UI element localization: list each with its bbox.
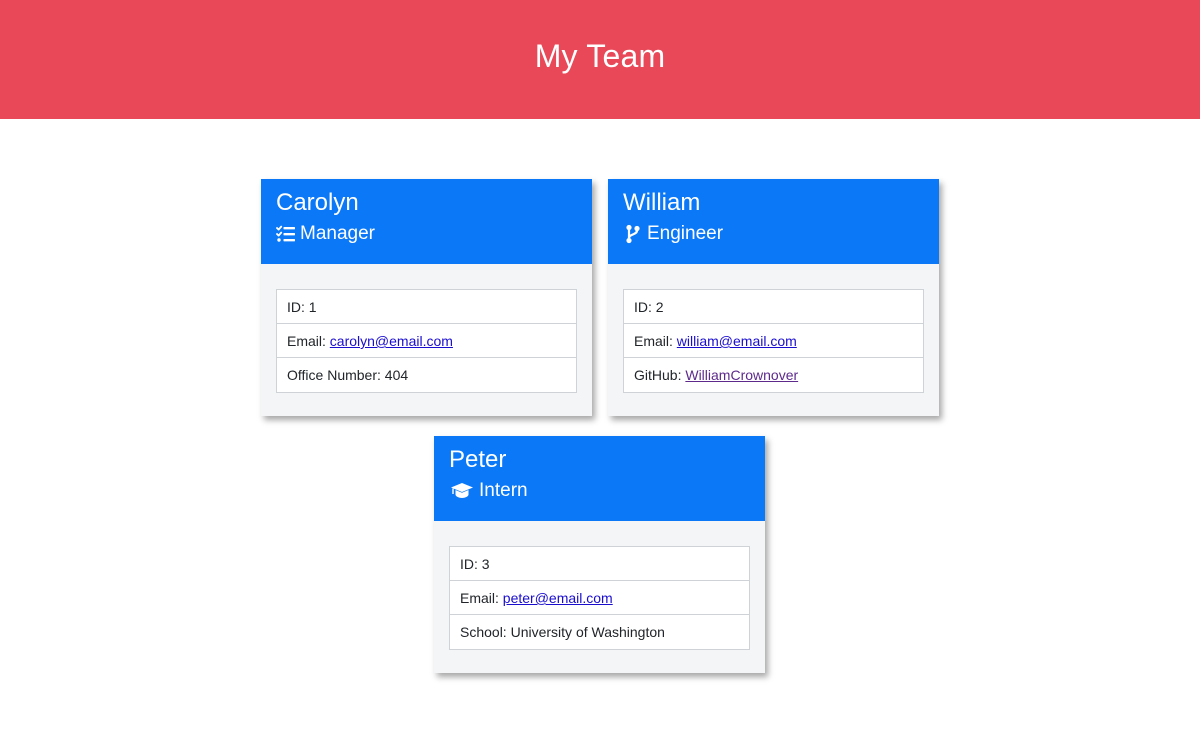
card-header: Carolyn Manager [261, 179, 592, 264]
info-office-number: Office Number: 404 [277, 358, 576, 392]
info-email: Email: carolyn@email.com [277, 324, 576, 358]
employee-role: Engineer [623, 223, 924, 245]
employee-name: Carolyn [276, 189, 359, 216]
info-list: ID: 3 Email: peter@email.com School: Uni… [449, 546, 750, 650]
info-label: Email: [460, 590, 503, 606]
code-branch-icon [623, 224, 643, 244]
info-value: 3 [481, 556, 490, 572]
graduation-cap-icon [449, 481, 475, 501]
info-value: 2 [655, 299, 664, 315]
tasks-icon [276, 224, 296, 244]
info-label: Email: [634, 333, 677, 349]
info-id: ID: 1 [277, 290, 576, 324]
email-link[interactable]: carolyn@email.com [330, 333, 453, 349]
card-header: William Engineer [608, 179, 939, 264]
info-label: GitHub: [634, 367, 686, 383]
info-email: Email: peter@email.com [450, 581, 749, 615]
info-id: ID: 2 [624, 290, 923, 324]
card-body: ID: 2 Email: william@email.com GitHub: W… [608, 264, 939, 393]
page-header: My Team [0, 0, 1200, 119]
card-body: ID: 1 Email: carolyn@email.com Office Nu… [261, 264, 592, 393]
info-email: Email: william@email.com [624, 324, 923, 358]
info-value: 404 [384, 367, 409, 383]
info-id: ID: 3 [450, 547, 749, 581]
info-label: Email: [287, 333, 330, 349]
employee-card-engineer: William Engineer ID: 2 Email: william@em… [608, 179, 939, 416]
card-header: Peter Intern [434, 436, 765, 521]
info-label: ID: [634, 299, 656, 315]
email-link[interactable]: william@email.com [677, 333, 797, 349]
info-label: Office Number: [287, 367, 385, 383]
info-label: ID: [287, 299, 309, 315]
employee-role: Manager [276, 223, 577, 245]
github-link[interactable]: WilliamCrownover [685, 367, 798, 383]
email-link[interactable]: peter@email.com [503, 590, 613, 606]
employee-name: Peter [449, 446, 507, 473]
role-label: Engineer [647, 223, 724, 244]
info-github: GitHub: WilliamCrownover [624, 358, 923, 392]
info-list: ID: 1 Email: carolyn@email.com Office Nu… [276, 289, 577, 393]
info-value: 1 [308, 299, 317, 315]
info-list: ID: 2 Email: william@email.com GitHub: W… [623, 289, 924, 393]
info-label: ID: [460, 556, 482, 572]
employee-card-manager: Carolyn Manager ID: 1 Email: carolyn@ema… [261, 179, 592, 416]
employee-name: William [623, 189, 701, 216]
info-school: School: University of Washington [450, 615, 749, 649]
page-title: My Team [534, 38, 666, 74]
card-body: ID: 3 Email: peter@email.com School: Uni… [434, 521, 765, 650]
role-label: Intern [479, 480, 528, 501]
employee-role: Intern [449, 480, 750, 502]
info-label: School: [460, 624, 511, 640]
role-label: Manager [300, 223, 375, 244]
employee-card-intern: Peter Intern ID: 3 Email: peter@email.co… [434, 436, 765, 673]
info-value: University of Washington [510, 624, 665, 640]
